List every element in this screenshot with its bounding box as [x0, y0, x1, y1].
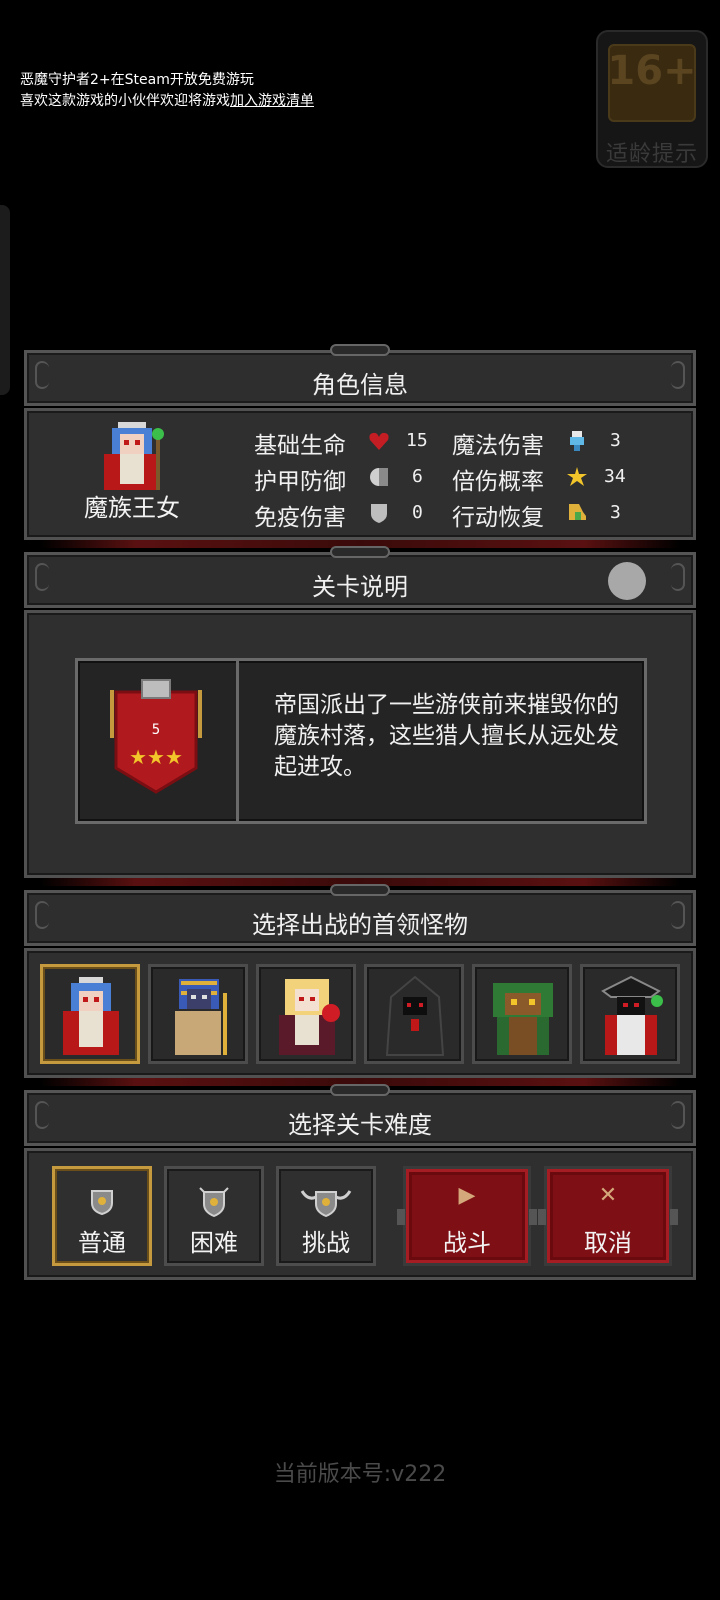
stage-description-text: 帝国派出了一些游侠前来摧毁你的魔族村落，这些猎人擅长从远处发起进攻。	[274, 692, 619, 780]
heart-icon	[369, 432, 389, 450]
boss-slot-demon-princess[interactable]	[40, 964, 140, 1064]
boss-select-title: 选择出战的首领怪物	[252, 911, 468, 939]
vampire-girl-icon	[279, 979, 340, 1055]
stat-value-immune: 0	[412, 502, 423, 523]
button-nub-left	[538, 1209, 546, 1225]
boss-slot-reaper[interactable]	[364, 964, 464, 1064]
difficulty-challenge-label: 挑战	[302, 1229, 350, 1257]
difficulty-header: 选择关卡难度	[24, 1084, 696, 1146]
stat-label-recovery: 行动恢复	[452, 505, 544, 531]
stat-label-armor: 护甲防御	[254, 469, 346, 495]
difficulty-normal-label: 普通	[78, 1229, 126, 1257]
stage-star-rating: ★★★	[129, 745, 183, 769]
stat-label-crit: 倍伤概率	[452, 469, 544, 495]
fight-button[interactable]: ▶ 战斗	[397, 1166, 537, 1266]
stage-description-divider	[236, 658, 239, 824]
stat-label-immune: 免疫伤害	[254, 505, 346, 531]
side-drawer-handle[interactable]	[0, 205, 10, 395]
promo-line-2-text: 喜欢这款游戏的小伙伴欢迎将游戏	[20, 93, 230, 109]
boss-slot-lich[interactable]	[580, 964, 680, 1064]
button-nub-right	[529, 1209, 537, 1225]
boot-icon	[569, 504, 586, 520]
forest-treant-icon	[493, 983, 553, 1055]
boss-select-header: 选择出战的首领怪物	[24, 884, 696, 946]
cancel-label: 取消	[584, 1229, 632, 1257]
boss-slot-vampire[interactable]	[256, 964, 356, 1064]
stat-value-hp: 15	[406, 430, 428, 451]
character-info-title: 角色信息	[312, 371, 408, 399]
normal-emblem-icon	[91, 1190, 113, 1215]
armor-icon	[370, 468, 388, 486]
stage-info-toggle[interactable]	[608, 562, 646, 600]
promo-line-2: 喜欢这款游戏的小伙伴欢迎将游戏加入游戏清单	[20, 91, 314, 112]
hard-emblem-icon	[199, 1187, 229, 1217]
age-rating-badge[interactable]: 16+ 适龄提示	[596, 30, 708, 168]
dark-lich-icon	[601, 975, 663, 1055]
boss-slot-pharaoh[interactable]	[148, 964, 248, 1064]
close-icon: ✕	[598, 1183, 618, 1208]
age-rating-number: 16+	[607, 48, 697, 94]
pharaoh-mummy-icon	[175, 979, 227, 1055]
difficulty-hard-button[interactable]: 困难	[164, 1166, 264, 1266]
play-icon: ▶	[458, 1183, 476, 1208]
demon-princess-icon	[63, 977, 119, 1055]
header-ornament	[330, 344, 390, 356]
boss-slot-treant[interactable]	[472, 964, 572, 1064]
stage-info-header: 关卡说明	[24, 546, 696, 608]
crit-star-icon	[567, 467, 587, 486]
wishlist-link[interactable]: 加入游戏清单	[230, 93, 314, 109]
stat-value-crit: 34	[604, 466, 626, 487]
promo-banner: 恶魔守护者2+在Steam开放免费游玩 喜欢这款游戏的小伙伴欢迎将游戏加入游戏清…	[20, 70, 314, 112]
header-ornament	[330, 884, 390, 896]
difficulty-normal-button[interactable]: 普通	[52, 1166, 152, 1266]
cancel-button[interactable]: ✕ 取消	[538, 1166, 678, 1266]
button-nub-right	[670, 1209, 678, 1225]
stat-value-armor: 6	[412, 466, 423, 487]
hooded-reaper-icon	[385, 975, 445, 1056]
stat-label-magic: 魔法伤害	[452, 433, 544, 459]
header-ornament	[330, 1084, 390, 1096]
version-label: 当前版本号:v222	[273, 1462, 447, 1487]
challenge-emblem-icon	[300, 1190, 352, 1217]
stat-value-magic: 3	[610, 430, 621, 451]
magic-potion-icon	[570, 431, 584, 451]
promo-line-1: 恶魔守护者2+在Steam开放免费游玩	[20, 72, 254, 88]
stat-value-recovery: 3	[610, 502, 621, 523]
stage-banner-icon: 5 ★★★	[110, 679, 202, 794]
shield-icon	[371, 504, 387, 523]
character-info-header: 角色信息	[24, 344, 696, 406]
age-rating-label: 适龄提示	[605, 142, 698, 167]
character-name: 魔族王女	[84, 494, 180, 522]
stage-info-title: 关卡说明	[312, 573, 408, 601]
header-ornament	[330, 546, 390, 558]
fight-label: 战斗	[443, 1229, 491, 1257]
difficulty-challenge-button[interactable]: 挑战	[276, 1166, 376, 1266]
stat-label-hp: 基础生命	[254, 433, 346, 459]
stage-level-number: 5	[152, 722, 160, 738]
button-nub-left	[397, 1209, 405, 1225]
difficulty-title: 选择关卡难度	[288, 1111, 432, 1139]
difficulty-hard-label: 困难	[190, 1229, 238, 1257]
